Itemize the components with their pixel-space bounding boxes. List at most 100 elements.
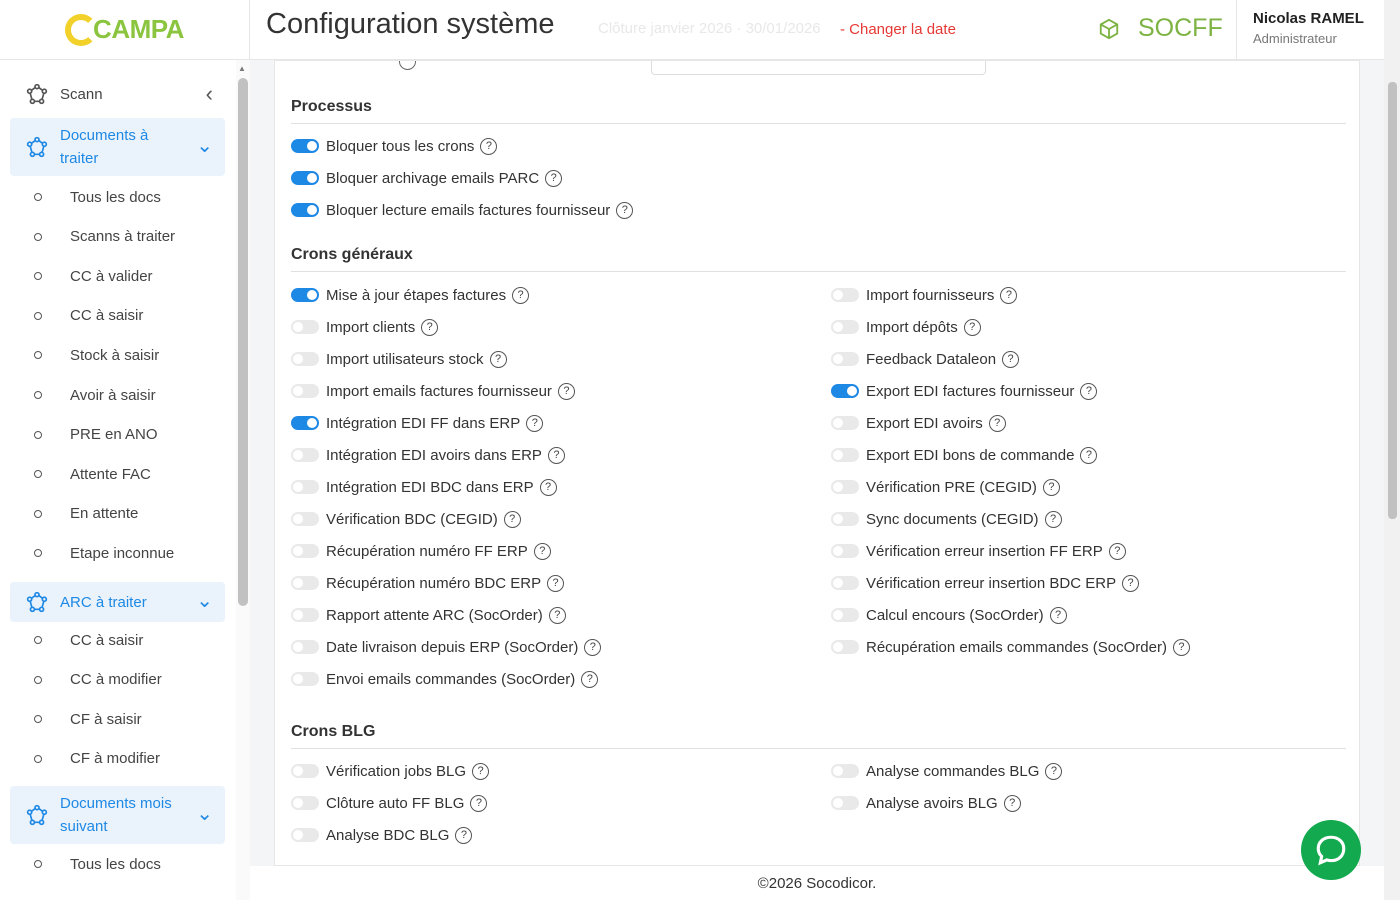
sidebar-item-cc-a-saisir[interactable]: CC à saisir xyxy=(10,628,225,652)
sidebar-item-tous-les-docs[interactable]: Tous les docs xyxy=(10,185,225,209)
sidebar-item-label: Stock à saisir xyxy=(70,346,160,364)
type-select[interactable] xyxy=(651,61,986,75)
sidebar-item-etape-inconnue[interactable]: Etape inconnue xyxy=(10,541,225,565)
help-icon[interactable]: ? xyxy=(1122,574,1140,592)
help-icon[interactable]: ? xyxy=(455,826,473,844)
toggle-switch[interactable] xyxy=(831,512,859,526)
toggle-switch[interactable] xyxy=(831,288,859,302)
sidebar-scroll-up-icon[interactable]: ▲ xyxy=(238,64,246,73)
help-icon[interactable]: ? xyxy=(489,350,507,368)
toggle-switch[interactable] xyxy=(831,320,859,334)
sidebar-item-avoir-a-saisir[interactable]: Avoir à saisir xyxy=(10,383,225,407)
sidebar-item-cf-a-modifier[interactable]: CF à modifier xyxy=(10,747,225,771)
help-icon[interactable]: ? xyxy=(1002,350,1020,368)
section-title: Crons généraux xyxy=(291,246,413,263)
sidebar-group-documents-mois-suivant[interactable]: Documents mois suivant ⌄ xyxy=(10,786,225,844)
help-icon[interactable]: ? xyxy=(480,137,498,155)
sidebar-item-attente-fac[interactable]: Attente FAC xyxy=(10,462,225,486)
help-icon[interactable]: ? xyxy=(539,478,557,496)
toggle-switch[interactable] xyxy=(291,544,319,558)
help-icon[interactable]: ? xyxy=(1044,510,1062,528)
toggle-switch[interactable] xyxy=(831,544,859,558)
sidebar-item-scanns-a-traiter[interactable]: Scanns à traiter xyxy=(10,225,225,249)
toggle-switch[interactable] xyxy=(291,448,319,462)
help-icon[interactable]: ? xyxy=(421,318,439,336)
help-icon[interactable]: ? xyxy=(1003,794,1021,812)
help-icon[interactable]: ? xyxy=(1108,542,1126,560)
toggle-switch[interactable] xyxy=(291,320,319,334)
toggle-switch[interactable] xyxy=(831,480,859,494)
help-icon[interactable]: ? xyxy=(1000,286,1018,304)
help-icon[interactable] xyxy=(399,61,416,70)
toggle-switch[interactable] xyxy=(291,480,319,494)
help-icon[interactable]: ? xyxy=(581,670,599,688)
toggle-switch[interactable] xyxy=(291,640,319,654)
sidebar-item-cc-a-saisir[interactable]: CC à saisir xyxy=(10,304,225,328)
user-menu[interactable]: Nicolas RAMEL Administrateur xyxy=(1236,0,1384,60)
help-icon[interactable]: ? xyxy=(1080,446,1098,464)
company-selector[interactable]: SOCFF xyxy=(1098,14,1223,43)
change-date-link[interactable]: - Changer la date xyxy=(840,21,956,38)
toggle-switch[interactable] xyxy=(831,416,859,430)
sidebar-item-cc-a-valider[interactable]: CC à valider xyxy=(10,264,225,288)
campa-logo[interactable]: CAMPA xyxy=(65,13,184,46)
toggle-switch[interactable] xyxy=(291,288,319,302)
toggle-switch[interactable] xyxy=(291,828,319,842)
help-icon[interactable]: ? xyxy=(503,510,521,528)
sidebar-item-cc-a-modifier[interactable]: CC à modifier xyxy=(10,668,225,692)
help-icon[interactable]: ? xyxy=(1080,382,1098,400)
toggle-switch[interactable] xyxy=(291,608,319,622)
help-icon[interactable]: ? xyxy=(557,382,575,400)
toggle-switch[interactable] xyxy=(831,352,859,366)
toggle-switch[interactable] xyxy=(291,576,319,590)
page-scroll-thumb[interactable] xyxy=(1388,82,1397,519)
help-icon[interactable]: ? xyxy=(1172,638,1190,656)
sidebar-item-cf-a-saisir[interactable]: CF à saisir xyxy=(10,707,225,731)
sidebar-group-arc-a-traiter[interactable]: ARC à traiter ⌄ xyxy=(10,582,225,622)
toggle-switch[interactable] xyxy=(291,512,319,526)
sidebar-item-pre-en-ano[interactable]: PRE en ANO xyxy=(10,423,225,447)
sidebar-item-tous-les-docs[interactable]: Tous les docs xyxy=(10,852,225,876)
setting-verification-erreur-insertion-ff-erp: Vérification erreur insertion FF ERP? xyxy=(831,541,1126,561)
help-icon[interactable]: ? xyxy=(547,446,565,464)
toggle-switch[interactable] xyxy=(291,203,319,217)
setting-label: Bloquer lecture emails factures fourniss… xyxy=(326,201,611,219)
toggle-switch[interactable] xyxy=(291,384,319,398)
toggle-switch[interactable] xyxy=(291,416,319,430)
toggle-switch[interactable] xyxy=(291,672,319,686)
sidebar-item-scann[interactable]: Scann ‹ xyxy=(10,81,225,107)
help-icon[interactable]: ? xyxy=(1045,762,1063,780)
toggle-switch[interactable] xyxy=(291,352,319,366)
toggle-switch[interactable] xyxy=(291,139,319,153)
toggle-switch[interactable] xyxy=(291,171,319,185)
help-icon[interactable]: ? xyxy=(470,794,488,812)
help-icon[interactable]: ? xyxy=(616,201,634,219)
help-icon[interactable]: ? xyxy=(548,606,566,624)
sidebar-item-stock-a-saisir[interactable]: Stock à saisir xyxy=(10,343,225,367)
help-icon[interactable]: ? xyxy=(1049,606,1067,624)
toggle-switch[interactable] xyxy=(831,764,859,778)
help-icon[interactable]: ? xyxy=(584,638,602,656)
toggle-switch[interactable] xyxy=(831,608,859,622)
toggle-switch[interactable] xyxy=(831,576,859,590)
sidebar-group-documents-a-traiter[interactable]: Documents à traiter ⌄ xyxy=(10,118,225,176)
help-icon[interactable]: ? xyxy=(988,414,1006,432)
help-icon[interactable]: ? xyxy=(1042,478,1060,496)
help-icon[interactable]: ? xyxy=(512,286,530,304)
chevron-left-icon[interactable]: ‹ xyxy=(206,81,213,107)
help-icon[interactable]: ? xyxy=(545,169,563,187)
help-icon[interactable]: ? xyxy=(533,542,551,560)
help-icon[interactable]: ? xyxy=(547,574,565,592)
toggle-switch[interactable] xyxy=(291,764,319,778)
toggle-switch[interactable] xyxy=(831,384,859,398)
sidebar-scroll-thumb[interactable] xyxy=(238,78,248,606)
toggle-switch[interactable] xyxy=(291,796,319,810)
toggle-switch[interactable] xyxy=(831,640,859,654)
toggle-switch[interactable] xyxy=(831,796,859,810)
help-icon[interactable]: ? xyxy=(472,762,490,780)
help-icon[interactable]: ? xyxy=(963,318,981,336)
help-icon[interactable]: ? xyxy=(526,414,544,432)
chat-button[interactable] xyxy=(1301,820,1361,880)
sidebar-item-en-attente[interactable]: En attente xyxy=(10,502,225,526)
toggle-switch[interactable] xyxy=(831,448,859,462)
